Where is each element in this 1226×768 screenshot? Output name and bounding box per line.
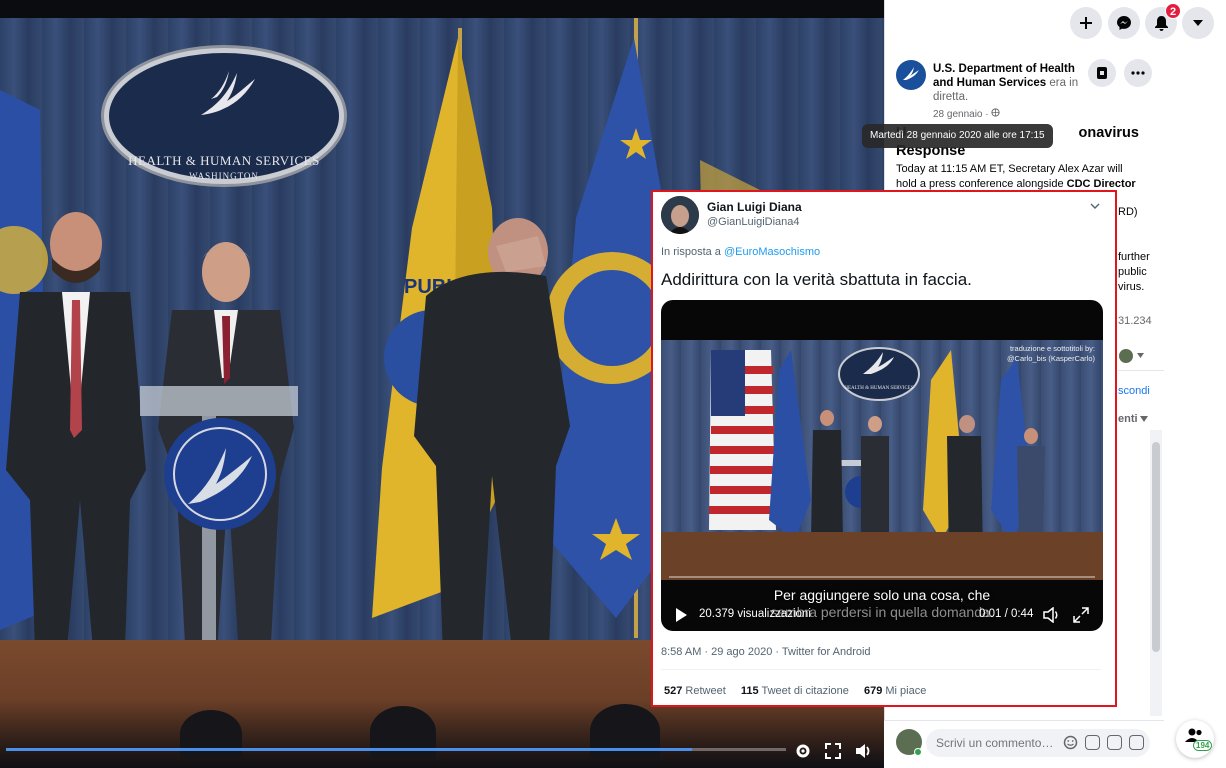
video-views: 20.379 visualizzazioni bbox=[699, 608, 811, 620]
tweet-author-avatar[interactable] bbox=[661, 196, 699, 234]
online-status-dot bbox=[914, 748, 922, 756]
fullscreen-icon[interactable] bbox=[824, 742, 842, 760]
quotes-count: 115 bbox=[740, 685, 759, 697]
post-body-line1: Today at 11:15 AM ET, Secretary Alex Aza… bbox=[896, 163, 1123, 175]
video-credit-line2: @Carlo_bis (KasperCarlo) bbox=[1006, 354, 1095, 363]
video-credit-line1: traduzione e sottotitoli by: bbox=[1009, 344, 1095, 353]
embedded-tweet[interactable]: Gian Luigi Diana @GianLuigiDiana4 In ris… bbox=[651, 190, 1117, 707]
stage-ceiling bbox=[0, 0, 884, 18]
likes-count: 679 bbox=[863, 685, 883, 697]
comments-filter-caret-icon[interactable] bbox=[1140, 416, 1148, 422]
page-name-line: U.S. Department of Health and Human Serv… bbox=[933, 62, 1083, 104]
video-time: 0:01 / 0:44 bbox=[979, 608, 1034, 620]
comments-scrollbar[interactable] bbox=[1150, 430, 1162, 716]
tweet-stats: 527 Retweet 115 Tweet di citazione 679 M… bbox=[664, 685, 938, 697]
caret-down-icon bbox=[1193, 20, 1203, 26]
volume-icon[interactable] bbox=[854, 742, 872, 760]
plaque-title: HEALTH & HUMAN SERVICES bbox=[128, 153, 320, 168]
hhs-page-avatar[interactable] bbox=[896, 60, 926, 90]
retweets-stat[interactable]: 527 Retweet bbox=[664, 685, 726, 697]
bookmark-icon bbox=[1097, 67, 1107, 79]
expand-icon[interactable] bbox=[1073, 607, 1089, 623]
text-fragment-further: further bbox=[1118, 251, 1150, 263]
emoji-icon[interactable] bbox=[1063, 735, 1078, 750]
audience-caret-icon[interactable] bbox=[1137, 353, 1144, 358]
date-tooltip: Martedì 28 gennaio 2020 alle ore 17:15 bbox=[862, 124, 1053, 148]
camera-icon[interactable] bbox=[1085, 735, 1100, 750]
text-fragment-public: public bbox=[1118, 266, 1147, 278]
author-photo bbox=[661, 196, 699, 234]
comment-bar bbox=[884, 720, 1164, 768]
right-strip bbox=[1164, 0, 1226, 768]
hhs-logo-icon bbox=[903, 67, 919, 80]
quotes-label: Tweet di citazione bbox=[761, 685, 849, 697]
hhs-eagle-logo bbox=[201, 71, 255, 115]
plus-icon bbox=[1080, 17, 1092, 29]
likes-label: Mi piace bbox=[885, 685, 927, 697]
likes-stat[interactable]: 679 Mi piace bbox=[864, 685, 926, 697]
tweet-video-floor bbox=[661, 532, 1103, 580]
hhs-plaque: HEALTH & HUMAN SERVICES WASHINGTON bbox=[104, 48, 344, 184]
screen: HEALTH & HUMAN SERVICES WASHINGTON PUBLI… bbox=[0, 0, 1226, 768]
speaker-right-person bbox=[414, 218, 570, 686]
tweet-divider bbox=[661, 669, 1101, 670]
quotes-stat[interactable]: 115 Tweet di citazione bbox=[741, 685, 849, 697]
tweet-author-handle[interactable]: @GianLuigiDiana4 bbox=[707, 216, 800, 228]
reactions-count[interactable]: 31.234 bbox=[1118, 315, 1152, 327]
tweet-video-progress[interactable] bbox=[669, 576, 1095, 578]
post-body-line2-bold: CDC Director bbox=[1066, 178, 1136, 190]
sticker-icon[interactable] bbox=[1129, 735, 1144, 750]
retweets-count: 527 bbox=[664, 685, 683, 697]
messenger-icon bbox=[1117, 16, 1131, 30]
post-body-line2-text: hold a press conference alongside bbox=[896, 178, 1067, 190]
tweet-video-player[interactable]: HEALTH & HUMAN SERVICES traduzione e sot… bbox=[661, 300, 1103, 631]
text-fragment-virus: virus. bbox=[1118, 281, 1145, 293]
tweet-video-controls: 20.379 visualizzazioni 0:01 / 0:44 bbox=[661, 602, 1103, 630]
scrollbar-thumb[interactable] bbox=[1152, 442, 1160, 652]
tweet-video-plaque-text: HEALTH & HUMAN SERVICES bbox=[844, 386, 913, 391]
tweet-reply-context: In risposta a @EuroMasochismo bbox=[661, 246, 820, 258]
settings-gear-icon[interactable] bbox=[794, 742, 812, 760]
volume-icon[interactable] bbox=[1043, 607, 1061, 623]
video-progress-bar[interactable] bbox=[6, 748, 786, 751]
tweet-menu-chevron-icon[interactable] bbox=[1089, 200, 1101, 212]
contacts-count: 194 bbox=[1193, 740, 1213, 751]
plaque-subtitle: WASHINGTON bbox=[189, 171, 259, 181]
post-date[interactable]: 28 gennaio · bbox=[933, 108, 1000, 120]
reply-prefix: In risposta a bbox=[661, 246, 724, 258]
gif-icon[interactable] bbox=[1107, 735, 1122, 750]
contacts-button[interactable]: 194 bbox=[1176, 720, 1214, 758]
divider bbox=[1118, 370, 1164, 371]
save-post-button[interactable] bbox=[1088, 59, 1116, 87]
tweet-timestamp[interactable]: 8:58 AM · 29 ago 2020 · Twitter for Andr… bbox=[661, 646, 871, 658]
bell-icon bbox=[1154, 16, 1168, 31]
text-fragment-rd: RD) bbox=[1118, 206, 1138, 218]
reply-to-link[interactable]: @EuroMasochismo bbox=[724, 246, 820, 258]
globe-icon bbox=[991, 108, 1000, 117]
comments-filter[interactable]: enti bbox=[1118, 413, 1138, 425]
comment-tools bbox=[1063, 735, 1144, 750]
notifications-badge: 2 bbox=[1165, 3, 1181, 19]
video-progress-fill bbox=[6, 748, 693, 751]
post-date-text: 28 gennaio bbox=[933, 109, 983, 120]
tweet-author-name[interactable]: Gian Luigi Diana bbox=[707, 200, 802, 214]
create-button[interactable] bbox=[1070, 7, 1102, 39]
messenger-button[interactable] bbox=[1108, 7, 1140, 39]
post-options-button[interactable] bbox=[1124, 59, 1152, 87]
speaker-left-person bbox=[6, 212, 146, 684]
tweet-text: Addirittura con la verità sbattuta in fa… bbox=[661, 270, 972, 289]
play-icon[interactable] bbox=[673, 607, 689, 623]
viewer-avatar-small bbox=[1119, 349, 1133, 363]
post-title-end: onavirus bbox=[1078, 125, 1139, 141]
account-menu-button[interactable] bbox=[1182, 7, 1214, 39]
more-options-icon bbox=[1131, 71, 1145, 75]
post-body: Today at 11:15 AM ET, Secretary Alex Aza… bbox=[896, 162, 1146, 192]
hide-link[interactable]: scondi bbox=[1118, 385, 1150, 397]
video-controls bbox=[0, 734, 884, 768]
retweets-label: Retweet bbox=[685, 685, 726, 697]
video-credit: traduzione e sottotitoli by: @Carlo_bis … bbox=[1007, 344, 1095, 364]
